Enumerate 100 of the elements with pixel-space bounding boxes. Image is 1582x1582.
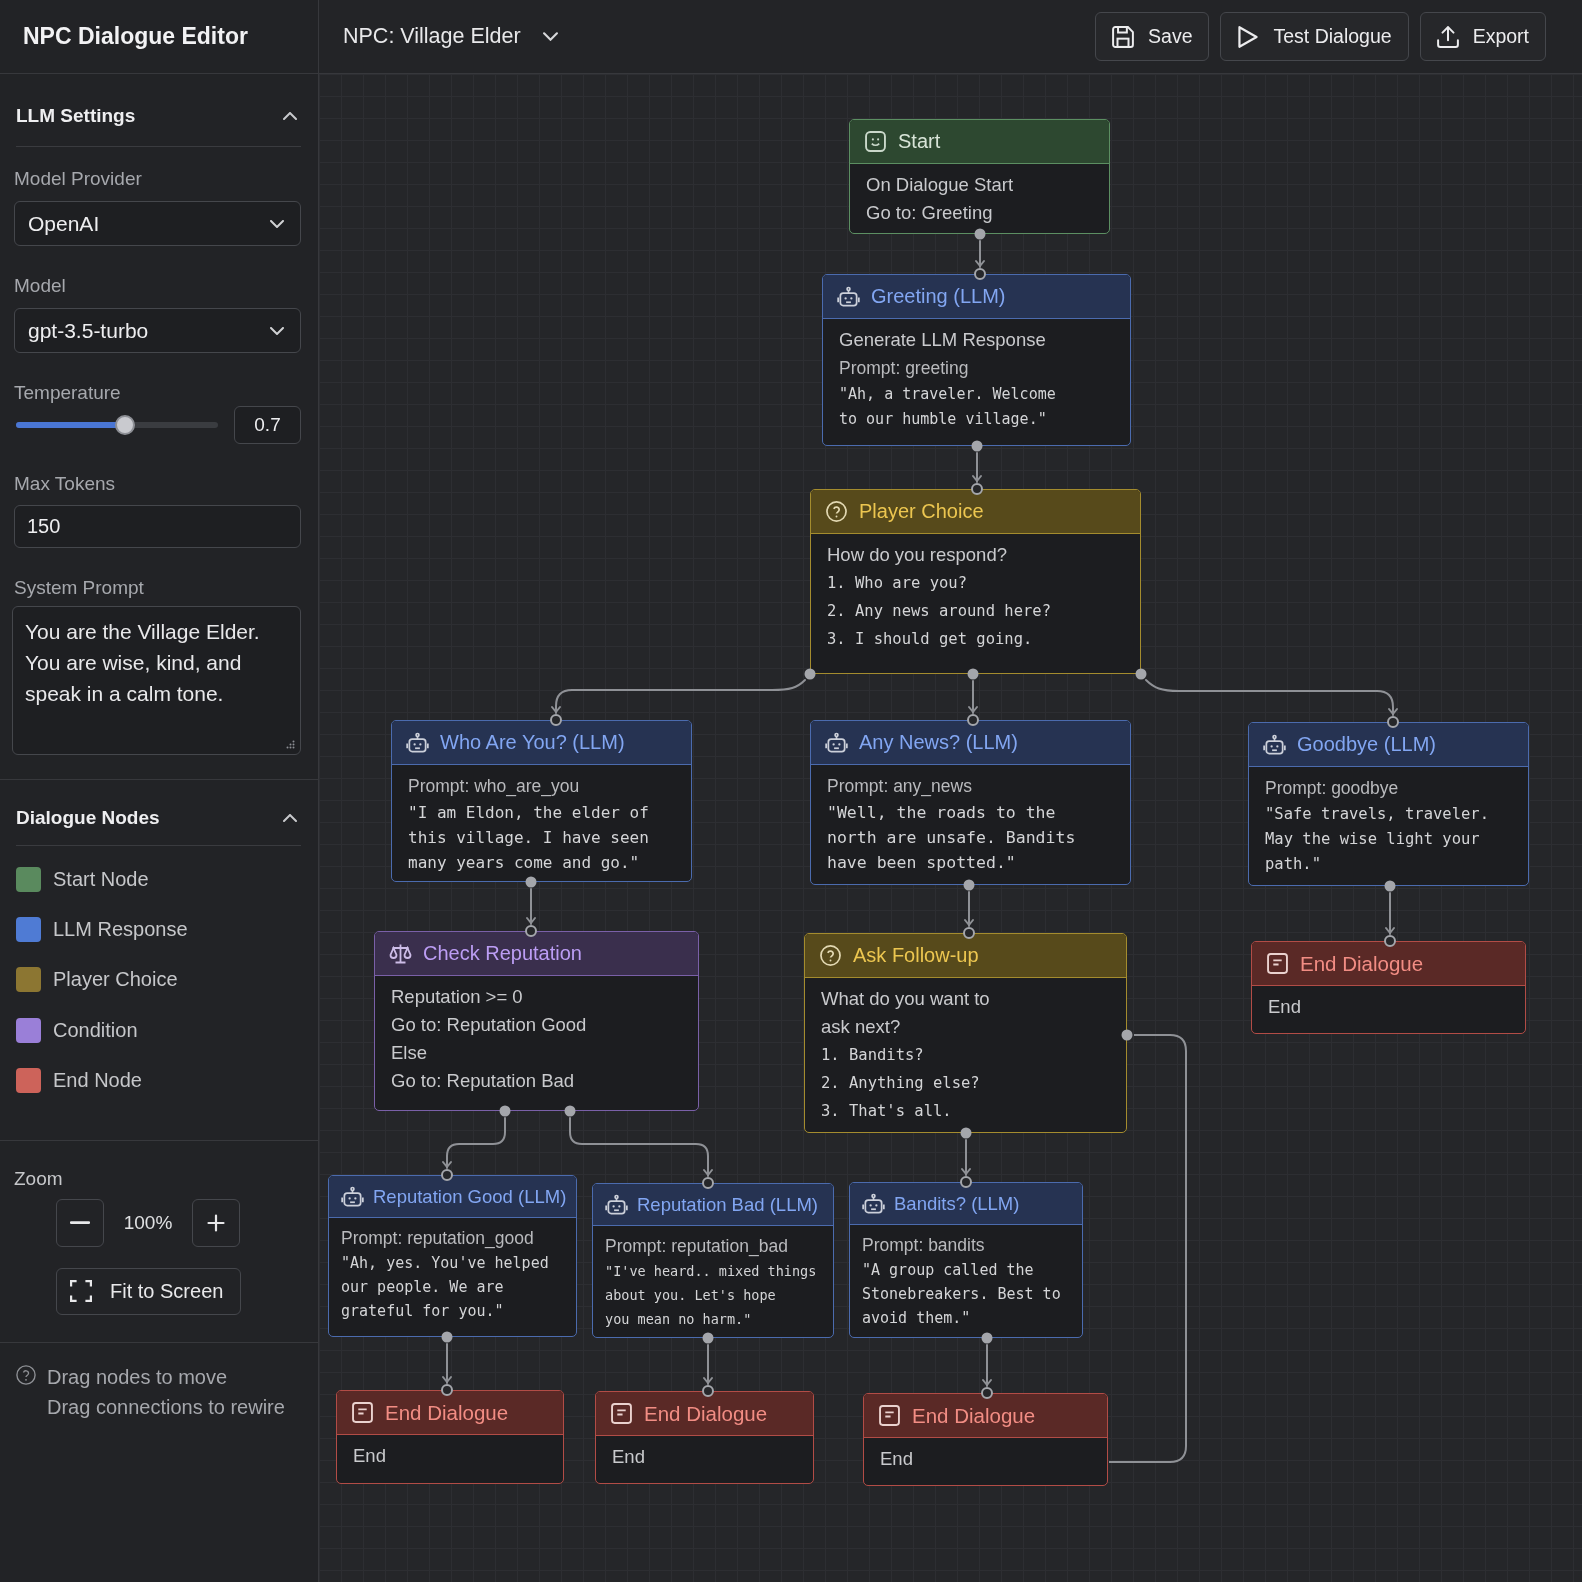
connector-arrow[interactable]	[1145, 679, 1398, 716]
input-handle[interactable]	[525, 925, 537, 937]
help-icon	[16, 1364, 36, 1385]
dialogue-node[interactable]: End Dialogue End	[595, 1391, 814, 1484]
connector-arrow[interactable]	[442, 1117, 506, 1169]
output-handle[interactable]	[967, 668, 979, 680]
output-handle[interactable]	[1121, 1029, 1133, 1041]
dialogue-node[interactable]: Greeting (LLM) Generate LLM Response Prompt: greeting "Ah, a traveler. Welcome to our humble village."	[822, 274, 1131, 446]
input-handle[interactable]	[981, 1387, 993, 1399]
value-field[interactable]: 0.7	[234, 406, 301, 444]
zoom-out-button[interactable]	[56, 1198, 104, 1247]
output-handle[interactable]	[963, 879, 975, 891]
output-handle[interactable]	[1384, 880, 1396, 892]
plus-icon	[207, 1213, 225, 1232]
dialogue-node[interactable]: Player Choice How do you respond? 1. Who are you? 2. Any news around here? 3. I should get going.	[810, 489, 1141, 674]
connector-arrow[interactable]	[982, 1344, 992, 1387]
robot-icon	[837, 286, 860, 307]
save-button[interactable]: Save	[1095, 12, 1210, 61]
select-field[interactable]: OpenAI	[14, 201, 301, 246]
input-handle[interactable]	[971, 483, 983, 495]
input-handle[interactable]	[1384, 935, 1396, 947]
output-handle[interactable]	[441, 1331, 453, 1343]
dialogue-node[interactable]: Reputation Good (LLM) Prompt: reputation_good "Ah, yes. You've helped our people. We are grateful for you."	[328, 1175, 577, 1337]
input-handle[interactable]	[702, 1385, 714, 1397]
slider-thumb[interactable]	[115, 415, 136, 435]
output-handle[interactable]	[974, 228, 986, 240]
note-icon	[1266, 953, 1289, 974]
smiley-icon	[864, 131, 887, 152]
connector-arrow[interactable]	[964, 891, 974, 927]
section-header[interactable]: Dialogue Nodes	[14, 796, 301, 840]
node-text: Reputation >= 0	[391, 985, 524, 1009]
output-handle[interactable]	[1135, 668, 1147, 680]
input-field[interactable]: 150	[14, 505, 301, 548]
connector-arrow[interactable]	[1385, 892, 1395, 935]
input-handle[interactable]	[550, 714, 562, 726]
prompt-text: Prompt: who_are_you	[408, 775, 581, 799]
connector-line[interactable]	[1108, 1034, 1187, 1463]
legend-label: Condition	[53, 1018, 138, 1042]
dialogue-node[interactable]: Check Reputation Reputation >= 0 Go to: Reputation Good Else Go to: Reputation Bad	[374, 931, 699, 1111]
fit-to-screen-button[interactable]: Fit to Screen	[56, 1267, 241, 1315]
input-handle[interactable]	[1387, 716, 1399, 728]
output-handle[interactable]	[981, 1332, 993, 1344]
quote-text: "A group called the Stonebreakers. Best to avoid them."	[862, 1260, 1062, 1329]
prompt-text: Prompt: bandits	[862, 1234, 986, 1257]
robot-icon	[825, 732, 848, 753]
connector-arrow[interactable]	[703, 1344, 713, 1385]
connector-arrow[interactable]	[442, 1343, 452, 1384]
zoom-in-button[interactable]	[192, 1198, 240, 1247]
dialogue-node[interactable]: End Dialogue End	[336, 1390, 564, 1484]
section-header[interactable]: LLM Settings	[14, 94, 301, 138]
robot-icon	[862, 1193, 885, 1214]
input-handle[interactable]	[441, 1169, 453, 1181]
connector-arrow[interactable]	[961, 1139, 971, 1176]
node-title: End Dialogue	[644, 1401, 768, 1426]
input-handle[interactable]	[960, 1176, 972, 1188]
connector-arrow[interactable]	[526, 888, 536, 925]
note-icon	[351, 1402, 374, 1423]
question-circle-icon	[819, 945, 842, 966]
dialogue-node[interactable]: Goodbye (LLM) Prompt: goodbye "Safe travels, traveler. May the wise light your path."	[1248, 722, 1529, 886]
connector-arrow[interactable]	[569, 1117, 713, 1177]
output-handle[interactable]	[960, 1127, 972, 1139]
dialogue-node[interactable]: Reputation Bad (LLM) Prompt: reputation_bad "I've heard.. mixed things about you. Let's hope you mean no harm."	[592, 1183, 834, 1338]
textarea-field[interactable]: You are the Village Elder. You are wise, kind, and speak in a calm tone.	[12, 606, 301, 755]
input-handle[interactable]	[441, 1384, 453, 1396]
export-button[interactable]: Export	[1419, 12, 1546, 61]
node-title: Bandits? (LLM)	[894, 1192, 1020, 1215]
quote-text: "I've heard.. mixed things about you. Let's hope you mean no harm."	[605, 1262, 818, 1329]
dialogue-node[interactable]: End Dialogue End	[1251, 941, 1526, 1034]
output-handle[interactable]	[702, 1332, 714, 1344]
output-handle[interactable]	[525, 876, 537, 888]
output-handle[interactable]	[564, 1105, 576, 1117]
output-handle[interactable]	[804, 668, 816, 680]
input-handle[interactable]	[963, 927, 975, 939]
connector-arrow[interactable]	[551, 679, 806, 714]
node-title: Reputation Bad (LLM)	[637, 1193, 818, 1216]
node-title: Greeting (LLM)	[871, 285, 1006, 308]
connector-arrow[interactable]	[972, 452, 982, 483]
node-title: Goodbye (LLM)	[1297, 733, 1436, 756]
dialogue-node[interactable]: Bandits? (LLM) Prompt: bandits "A group called the Stonebreakers. Best to avoid them."	[849, 1182, 1083, 1338]
npc-dropdown[interactable]: NPC: Village Elder	[341, 22, 560, 51]
dialogue-node[interactable]: Ask Follow-up What do you want to ask next? 1. Bandits? 2. Anything else? 3. That's all.	[804, 933, 1127, 1133]
slider-track[interactable]	[16, 415, 218, 435]
test-dialogue-button[interactable]: Test Dialogue	[1220, 12, 1409, 61]
play-icon	[1237, 25, 1260, 48]
input-handle[interactable]	[974, 268, 986, 280]
connector-arrow[interactable]	[975, 240, 985, 268]
select-field[interactable]: gpt-3.5-turbo	[14, 308, 301, 353]
zoom-level: 100%	[123, 1211, 173, 1234]
output-handle[interactable]	[499, 1105, 511, 1117]
question-circle-icon	[825, 501, 848, 522]
note-icon	[878, 1405, 901, 1426]
upload-icon	[1436, 25, 1459, 48]
connector-arrow[interactable]	[968, 680, 978, 714]
dialogue-node[interactable]: Any News? (LLM) Prompt: any_news "Well, the roads to the north are unsafe. Bandits have been spotted."	[810, 720, 1131, 885]
input-handle[interactable]	[967, 714, 979, 726]
dialogue-node[interactable]: Who Are You? (LLM) Prompt: who_are_you "I am Eldon, the elder of this village. I have seen many years come and go."	[391, 720, 692, 882]
dialogue-node[interactable]: Start On Dialogue Start Go to: Greeting	[849, 119, 1110, 234]
dialogue-node[interactable]: End Dialogue End	[863, 1393, 1108, 1486]
input-handle[interactable]	[702, 1177, 714, 1189]
output-handle[interactable]	[971, 440, 983, 452]
